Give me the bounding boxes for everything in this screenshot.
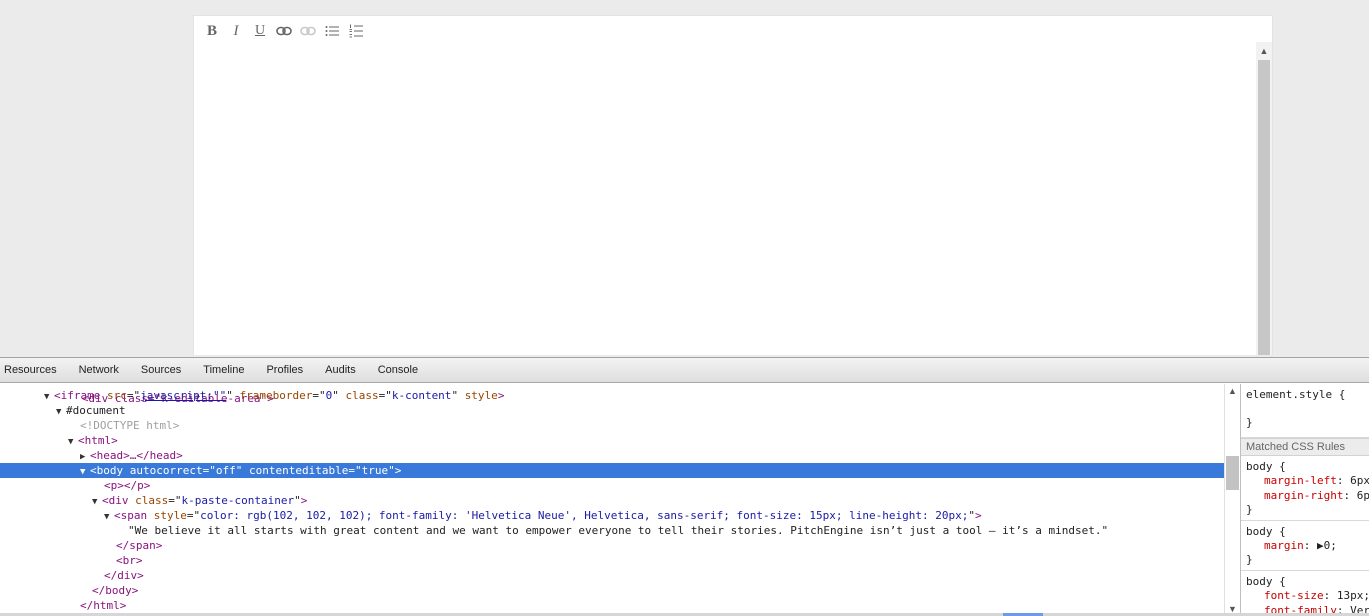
- dom-node-html-close[interactable]: </html>: [0, 598, 1224, 613]
- attr-value: k-paste-container: [181, 494, 295, 507]
- styles-pane: element.style { } Matched CSS Rules body…: [1240, 384, 1369, 616]
- css-rule[interactable]: body { margin: ▶0; }: [1241, 521, 1369, 571]
- tab-audits[interactable]: Audits: [315, 358, 366, 382]
- unlink-icon[interactable]: [296, 22, 320, 40]
- tag-name: iframe: [60, 389, 101, 402]
- attr-value: k-content: [391, 389, 452, 402]
- css-rule[interactable]: body { font-size: 13px; font-family: Ver…: [1241, 571, 1369, 616]
- node-label: </span>: [116, 539, 163, 552]
- attr-value: color: rgb(102, 102, 102); font-family: …: [200, 509, 969, 522]
- scroll-up-icon[interactable]: ▲: [1256, 42, 1272, 60]
- rule-selector: element.style {: [1246, 388, 1346, 401]
- rule-selector: body {: [1246, 575, 1286, 588]
- node-label: <br>: [116, 554, 143, 567]
- bulleted-list-icon[interactable]: [320, 22, 344, 40]
- rich-text-editor: B I U ▲: [193, 15, 1273, 355]
- dom-tree: <div class="k-editable-area"> ▼ <iframe s…: [0, 384, 1224, 616]
- rule-selector: body {: [1246, 525, 1286, 538]
- node-label: </div>: [104, 569, 144, 582]
- tag-name: body: [96, 464, 124, 477]
- text-node: "We believe it all starts with great con…: [128, 524, 1109, 537]
- bold-button[interactable]: B: [200, 22, 224, 40]
- property-value: 13px;: [1336, 589, 1369, 602]
- dom-node-body-close[interactable]: </body>: [0, 583, 1224, 598]
- dom-node-doctype[interactable]: <!DOCTYPE html>: [0, 418, 1224, 433]
- editor-scrollbar[interactable]: ▲: [1256, 42, 1272, 355]
- attr-value: 0: [325, 389, 333, 402]
- editor-toolbar: B I U: [200, 21, 368, 41]
- attr-name: style: [464, 389, 498, 402]
- node-label: #document: [66, 404, 126, 417]
- css-property[interactable]: font-size: 13px;: [1246, 588, 1369, 603]
- dom-tree-scrollbar-thumb[interactable]: [1226, 456, 1239, 490]
- attr-name: style: [153, 509, 187, 522]
- property-name: margin: [1264, 539, 1304, 552]
- attr-value: off: [215, 464, 236, 477]
- tab-console[interactable]: Console: [368, 358, 428, 382]
- attr-value: true: [361, 464, 389, 477]
- numbered-list-icon[interactable]: [344, 22, 368, 40]
- tab-timeline[interactable]: Timeline: [193, 358, 254, 382]
- css-property[interactable]: margin-left: 6px;: [1246, 473, 1369, 488]
- node-label: <head>…</head>: [90, 449, 183, 462]
- dom-node-br[interactable]: <br>: [0, 553, 1224, 568]
- italic-button[interactable]: I: [224, 22, 248, 40]
- rule-close: }: [1246, 553, 1253, 566]
- tab-resources[interactable]: Resources: [0, 358, 67, 382]
- dom-node-p[interactable]: <p></p>: [0, 478, 1224, 493]
- node-label: <html>: [78, 434, 118, 447]
- underline-button[interactable]: U: [248, 22, 272, 40]
- property-name: margin-right: [1264, 489, 1344, 502]
- dom-node-html[interactable]: ▼ <html>: [0, 433, 1224, 448]
- dom-node-span-close[interactable]: </span>: [0, 538, 1224, 553]
- dom-node-div-close[interactable]: </div>: [0, 568, 1224, 583]
- attr-name: src: [107, 389, 127, 402]
- rule-selector: body {: [1246, 460, 1286, 473]
- tab-sources[interactable]: Sources: [131, 358, 191, 382]
- node-label: <p></p>: [104, 479, 151, 492]
- tab-profiles[interactable]: Profiles: [256, 358, 313, 382]
- src-link[interactable]: javascript:"": [140, 389, 226, 402]
- dom-node-span[interactable]: ▼ <span style="color: rgb(102, 102, 102);…: [0, 508, 1224, 523]
- attr-name: contenteditable: [248, 464, 349, 477]
- css-property[interactable]: margin: ▶0;: [1246, 538, 1365, 553]
- dom-node-iframe[interactable]: ▼ <iframe src="javascript:""" frameborder…: [0, 388, 1224, 403]
- css-rule[interactable]: body { margin-left: 6px; margin-right: 6…: [1241, 456, 1369, 521]
- property-value: 6px;: [1356, 489, 1369, 502]
- dom-tree-scrollbar[interactable]: ▲ ▼: [1224, 384, 1240, 616]
- rule-close: }: [1246, 416, 1253, 429]
- scroll-up-icon[interactable]: ▲: [1225, 386, 1240, 396]
- dom-node-head[interactable]: ▶ <head>…</head>: [0, 448, 1224, 463]
- dom-node-div[interactable]: ▼ <div class="k-paste-container">: [0, 493, 1224, 508]
- devtools-panel: Resources Network Sources Timeline Profi…: [0, 357, 1369, 616]
- node-label: </body>: [92, 584, 139, 597]
- property-name: margin-left: [1264, 474, 1337, 487]
- dom-node-document[interactable]: ▼ #document: [0, 403, 1224, 418]
- property-name: font-size: [1264, 589, 1324, 602]
- attr-name: autocorrect: [129, 464, 203, 477]
- node-label: </html>: [80, 599, 127, 612]
- editor-scrollbar-thumb[interactable]: [1258, 60, 1270, 355]
- attr-name: class: [135, 494, 169, 507]
- node-label: <!DOCTYPE html>: [80, 419, 180, 432]
- dom-node-text[interactable]: "We believe it all starts with great con…: [0, 523, 1224, 538]
- property-value: 6px;: [1350, 474, 1369, 487]
- tag-name: span: [120, 509, 148, 522]
- tab-network[interactable]: Network: [69, 358, 129, 382]
- css-property[interactable]: margin-right: 6px;: [1246, 488, 1369, 503]
- link-icon[interactable]: [272, 22, 296, 40]
- dom-node-body-selected[interactable]: ▼ <body autocorrect="off" contenteditable…: [0, 463, 1224, 478]
- devtools-tabbar: Resources Network Sources Timeline Profi…: [0, 358, 1369, 383]
- element-style-rule[interactable]: element.style { }: [1241, 384, 1369, 438]
- matched-css-rules-header: Matched CSS Rules: [1241, 438, 1369, 456]
- rule-close: }: [1246, 503, 1253, 516]
- property-value: ▶0;: [1317, 539, 1337, 552]
- tag-name: div: [108, 494, 129, 507]
